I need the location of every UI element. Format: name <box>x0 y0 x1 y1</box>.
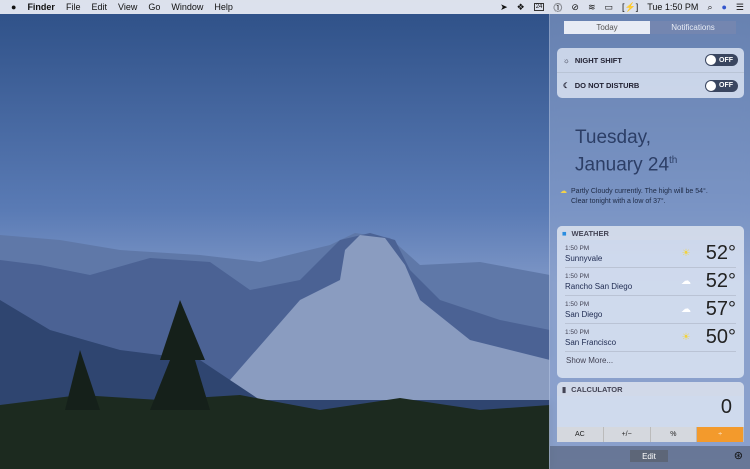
bottom-bar: Edit ⊛ <box>550 446 750 469</box>
menu-view[interactable]: View <box>118 2 137 12</box>
do-not-disturb-toggle[interactable]: OFF <box>705 79 738 92</box>
night-shift-icon: ☼ <box>563 55 570 65</box>
notification-center: Today Notifications ☼ NIGHT SHIFT OFF ☾ … <box>549 14 750 469</box>
notification-center-icon[interactable]: ☰ <box>736 2 744 13</box>
location-icon[interactable]: ➤ <box>500 2 508 13</box>
wifi-icon[interactable]: ≋ <box>588 2 596 13</box>
menu-finder[interactable]: Finder <box>27 2 55 12</box>
weather-app-icon: ■ <box>562 228 567 238</box>
weather-row[interactable]: 1:50 PM Rancho San Diego ☁ 52° <box>565 268 736 296</box>
menu-help[interactable]: Help <box>214 2 233 12</box>
calendar-icon[interactable]: 24 <box>533 3 545 11</box>
airplay-icon[interactable]: ▭ <box>605 2 614 13</box>
show-more-link[interactable]: Show More... <box>557 352 744 369</box>
tab-today[interactable]: Today <box>564 21 650 34</box>
weather-widget: ■ WEATHER 1:50 PM Sunnyvale ☀ 52° 1:50 PM Ran… <box>557 226 744 378</box>
spotlight-icon[interactable]: ⌕ <box>707 2 712 13</box>
edit-button[interactable]: Edit <box>630 450 668 462</box>
moon-icon: ☾ <box>563 81 570 90</box>
battery-icon[interactable]: [⚡] <box>622 2 638 13</box>
weather-row[interactable]: 1:50 PM San Diego ☁ 57° <box>565 296 736 324</box>
calculator-widget: ▮ CALCULATOR 0 AC +/− % ÷ <box>557 382 744 442</box>
clock[interactable]: Tue 1:50 PM <box>647 2 698 12</box>
menu-edit[interactable]: Edit <box>91 2 107 12</box>
key-ac[interactable]: AC <box>557 427 604 442</box>
partly-cloudy-icon: ☁ <box>560 188 567 195</box>
key-percent[interactable]: % <box>650 427 698 442</box>
toggles-card: ☼ NIGHT SHIFT OFF ☾ DO NOT DISTURB OFF <box>557 48 744 98</box>
apple-menu[interactable]: ● <box>11 2 16 12</box>
menu-bar: ● Finder File Edit View Go Window Help ➤… <box>0 0 750 14</box>
onepassword-icon[interactable]: ⓵ <box>553 1 562 14</box>
key-divide[interactable]: ÷ <box>697 427 744 442</box>
calculator-display: 0 <box>720 396 732 418</box>
menu-file[interactable]: File <box>66 2 81 12</box>
menu-go[interactable]: Go <box>148 2 160 12</box>
key-plus-minus[interactable]: +/− <box>603 427 651 442</box>
sun-icon: ☀ <box>681 332 691 343</box>
timemachine-icon[interactable]: ⊘ <box>571 2 579 13</box>
weather-row[interactable]: 1:50 PM Sunnyvale ☀ 52° <box>565 240 736 268</box>
tab-notifications[interactable]: Notifications <box>650 21 736 34</box>
cloud-icon: ☁ <box>681 304 691 315</box>
weather-row[interactable]: 1:50 PM San Francisco ☀ 50° <box>565 324 736 352</box>
forecast-summary: ☁ Partly Cloudy currently. The high will… <box>560 188 708 205</box>
app-store-icon[interactable]: ⊛ <box>734 449 743 462</box>
night-shift-toggle[interactable]: OFF <box>705 54 738 66</box>
date-heading: Tuesday, January 24th <box>575 127 678 176</box>
siri-icon[interactable]: ● <box>721 2 726 12</box>
dropbox-icon[interactable]: ❖ <box>517 2 525 13</box>
night-shift-row: ☼ NIGHT SHIFT OFF <box>557 48 744 73</box>
cloud-icon: ☁ <box>681 276 691 287</box>
calculator-app-icon: ▮ <box>562 384 567 394</box>
do-not-disturb-row: ☾ DO NOT DISTURB OFF <box>557 73 744 98</box>
menu-window[interactable]: Window <box>171 2 203 12</box>
sun-icon: ☀ <box>681 248 691 259</box>
